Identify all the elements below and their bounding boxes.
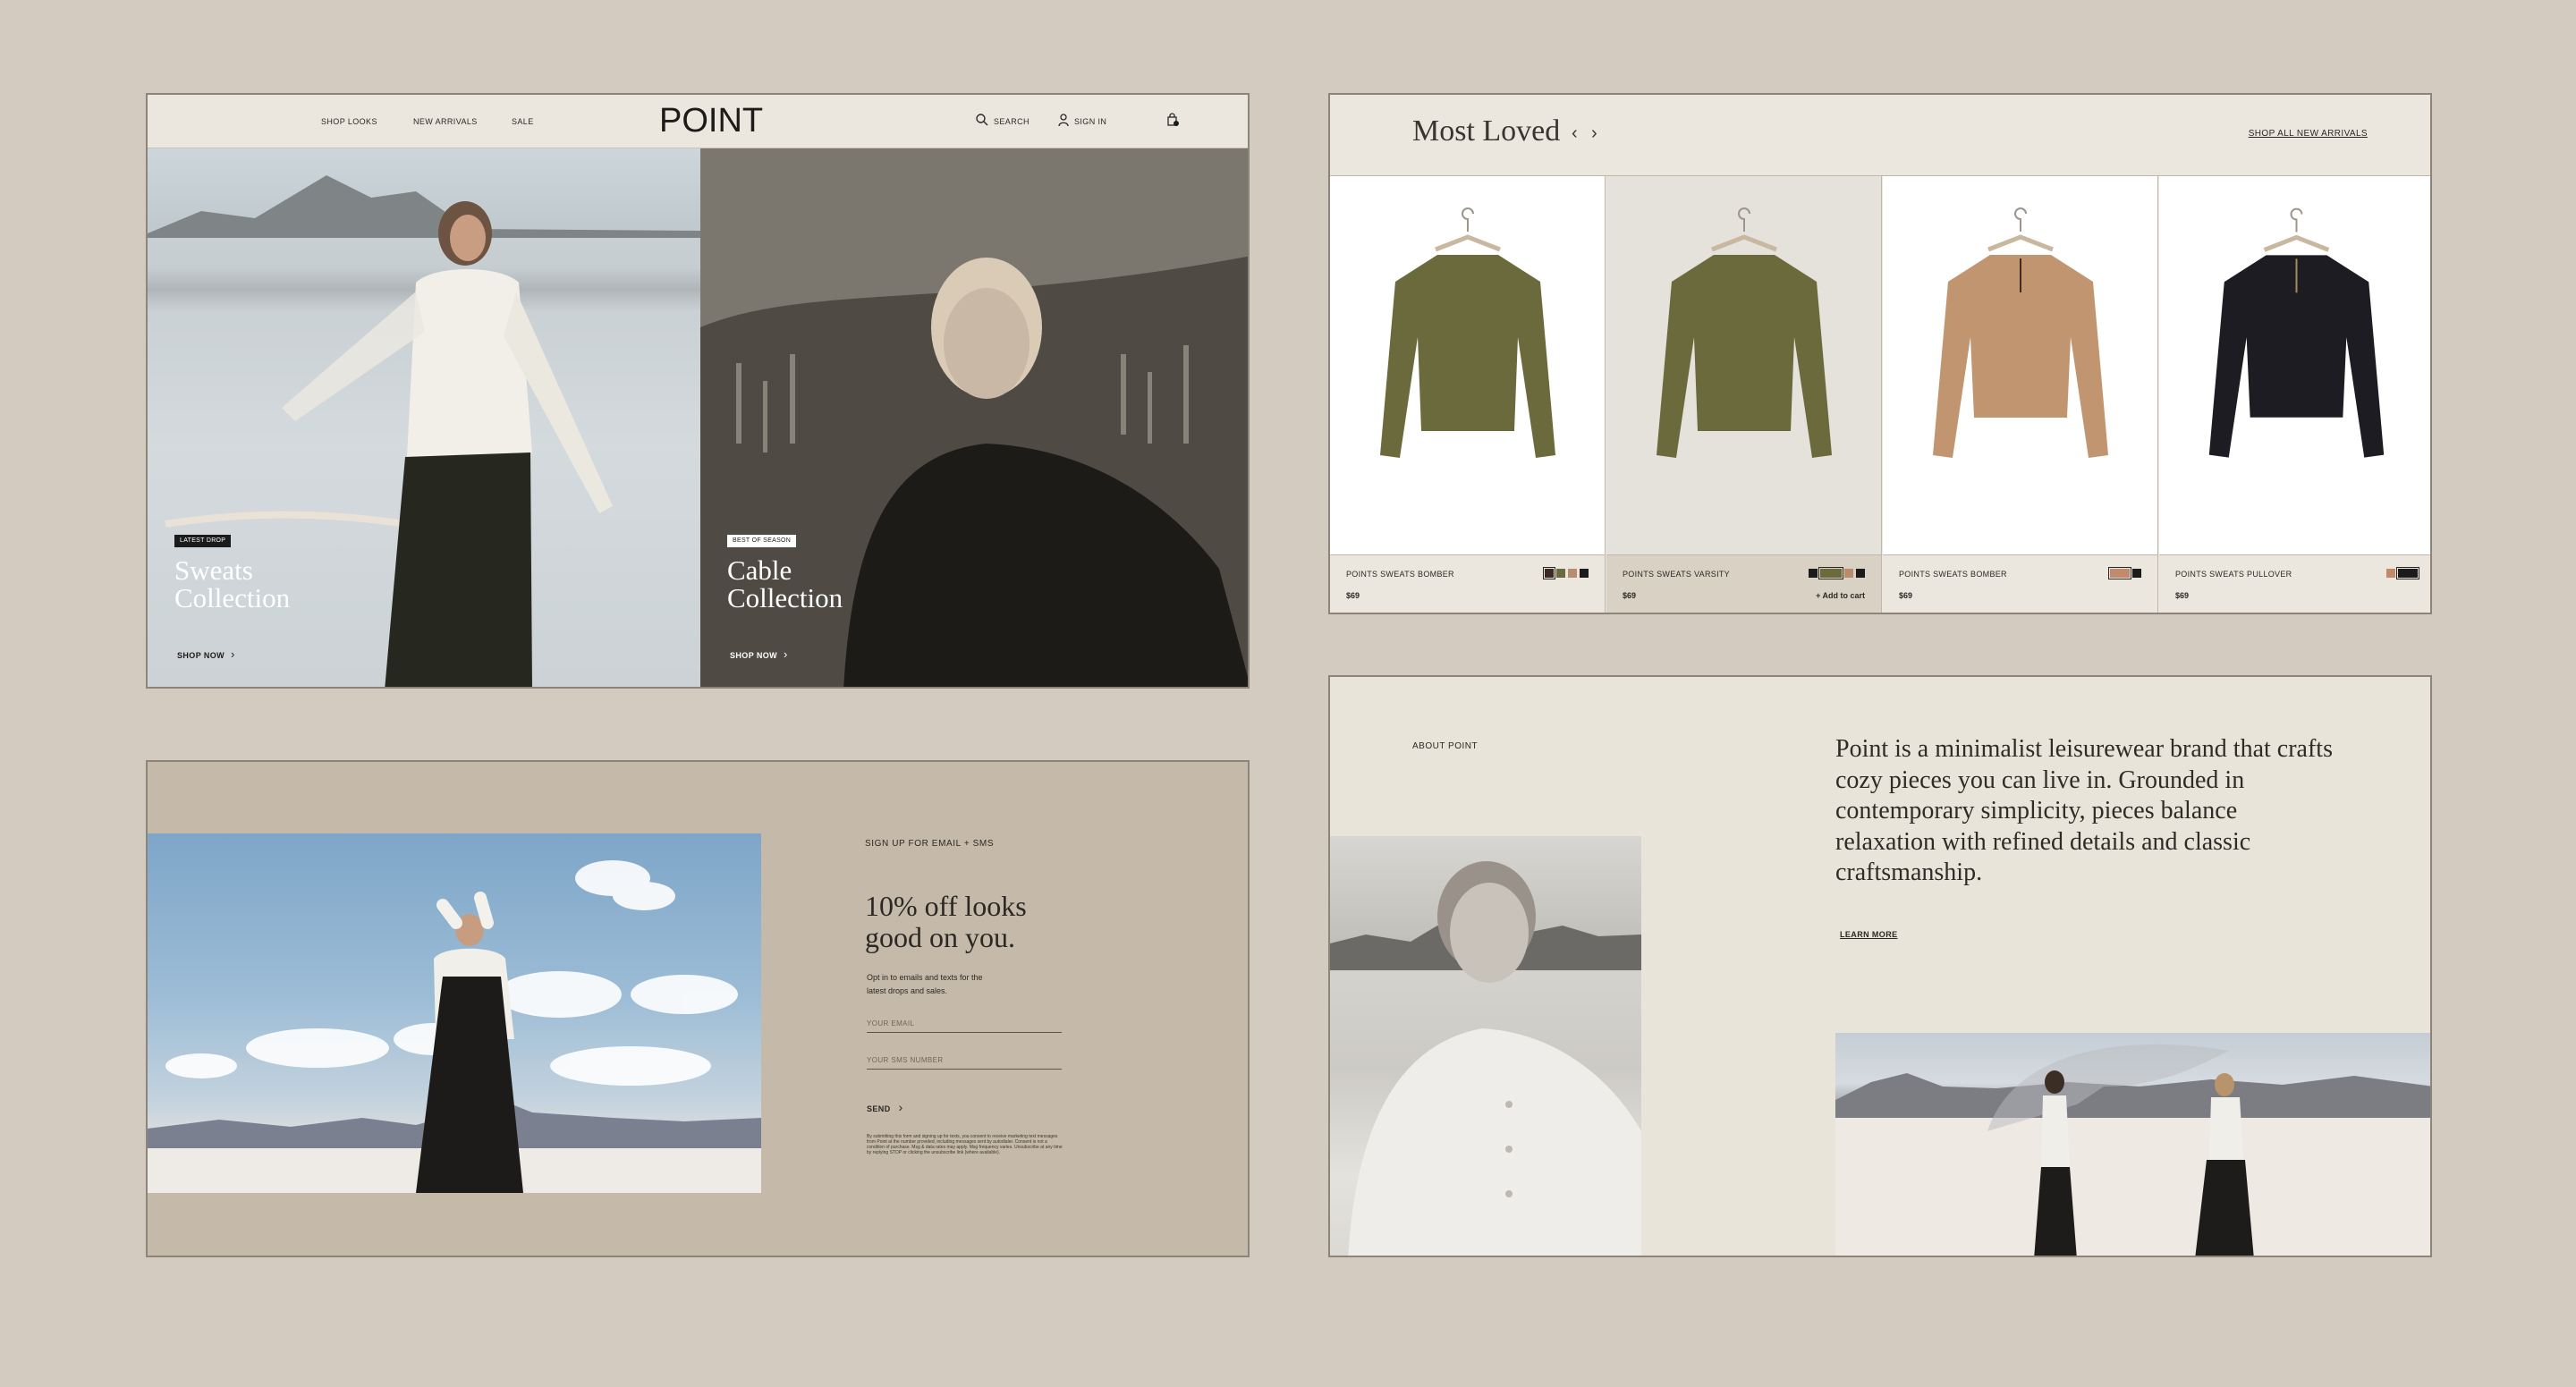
signup-section: SIGN UP FOR EMAIL + SMS 10% off looks go… bbox=[146, 760, 1250, 1257]
landscape-illustration bbox=[1835, 1044, 2430, 1256]
chevron-right-icon: › bbox=[898, 1100, 903, 1114]
swatch[interactable] bbox=[2108, 567, 2131, 579]
legal-disclaimer: By submitting this form and signing up f… bbox=[867, 1134, 1063, 1155]
nav-sale[interactable]: SALE bbox=[512, 117, 534, 126]
email-field[interactable] bbox=[867, 1014, 1062, 1033]
signin-label[interactable]: SIGN IN bbox=[1074, 117, 1106, 126]
chevron-right-icon: › bbox=[783, 647, 788, 661]
product-price: $69 bbox=[1899, 591, 1913, 600]
sweats-collection-title: Sweats Collection bbox=[174, 556, 290, 612]
product-price: $69 bbox=[1623, 591, 1637, 600]
product-price: $69 bbox=[2175, 591, 2190, 600]
product-info: POINTS SWEATS BOMBER $69 bbox=[1883, 554, 2157, 613]
sweats-collection-image[interactable]: LATEST DROP Sweats Collection SHOP NOW › bbox=[148, 148, 700, 687]
color-swatches bbox=[1543, 567, 1589, 579]
title-line-1: Cable bbox=[727, 554, 792, 586]
swatch[interactable] bbox=[2386, 569, 2395, 578]
product-card[interactable]: POINTS SWEATS VARSITY $69 + Add to cart bbox=[1606, 176, 1882, 613]
swatch[interactable] bbox=[1580, 569, 1589, 578]
swatch[interactable] bbox=[1543, 567, 1555, 579]
signup-eyebrow: SIGN UP FOR EMAIL + SMS bbox=[865, 839, 995, 849]
portrait-illustration bbox=[1330, 861, 1641, 1256]
sweater-illustration bbox=[1933, 207, 2108, 458]
swatch[interactable] bbox=[2132, 569, 2141, 578]
about-landscape-image bbox=[1835, 1033, 2430, 1256]
about-portrait-image bbox=[1330, 836, 1641, 1256]
product-image[interactable] bbox=[1330, 176, 1605, 554]
user-icon[interactable] bbox=[1056, 113, 1071, 127]
product-name[interactable]: POINTS SWEATS PULLOVER bbox=[2175, 570, 2292, 579]
sweater-illustration bbox=[1657, 207, 1832, 458]
swatch[interactable] bbox=[2396, 567, 2419, 579]
top-nav: SHOP LOOKS NEW ARRIVALS SALE POINT SEARC… bbox=[148, 95, 1248, 148]
cable-collection-title: Cable Collection bbox=[727, 556, 843, 612]
about-section: ABOUT POINT Point is a minimalist leisur… bbox=[1328, 675, 2432, 1257]
send-button[interactable]: SEND › bbox=[867, 1100, 903, 1114]
title-line-2: Collection bbox=[174, 582, 291, 613]
sweater-illustration bbox=[2208, 207, 2385, 458]
chevron-right-icon[interactable]: › bbox=[1591, 123, 1597, 144]
bag-icon[interactable] bbox=[1165, 113, 1180, 127]
title-line-1: 10% off looks bbox=[865, 890, 1027, 922]
sweater-illustration bbox=[1380, 207, 1555, 458]
learn-more-link[interactable]: LEARN MORE bbox=[1840, 930, 1898, 939]
product-card[interactable]: POINTS SWEATS PULLOVER $69 bbox=[2159, 176, 2430, 613]
chevron-right-icon: › bbox=[230, 647, 235, 661]
signup-description: Opt in to emails and texts for the lates… bbox=[867, 973, 983, 995]
shop-now-cable-button[interactable]: SHOP NOW › bbox=[730, 647, 788, 661]
product-image[interactable] bbox=[1606, 176, 1881, 554]
nav-new-arrivals[interactable]: NEW ARRIVALS bbox=[413, 117, 478, 126]
nav-shop-looks[interactable]: SHOP LOOKS bbox=[321, 117, 377, 126]
add-to-cart-button[interactable]: + Add to cart bbox=[1816, 591, 1865, 600]
shop-now-label: SHOP NOW bbox=[177, 651, 225, 660]
swatch[interactable] bbox=[1556, 569, 1565, 578]
sky-model-illustration bbox=[148, 860, 761, 1193]
title-line-2: good on you. bbox=[865, 921, 1015, 953]
most-loved-section: Most Loved ‹ › SHOP ALL NEW ARRIVALS POI… bbox=[1328, 93, 2432, 614]
title-line-1: Sweats bbox=[174, 554, 253, 586]
signup-title: 10% off looks good on you. bbox=[865, 891, 1097, 953]
send-label: SEND bbox=[867, 1104, 891, 1113]
color-swatches bbox=[2386, 567, 2419, 579]
swatch[interactable] bbox=[1568, 569, 1577, 578]
product-card[interactable]: POINTS SWEATS BOMBER $69 bbox=[1330, 176, 1606, 613]
most-loved-title: Most Loved bbox=[1412, 114, 1561, 148]
about-eyebrow: ABOUT POINT bbox=[1412, 741, 1479, 751]
product-name[interactable]: POINTS SWEATS BOMBER bbox=[1899, 570, 2007, 579]
search-label[interactable]: SEARCH bbox=[994, 117, 1030, 126]
search-icon[interactable] bbox=[975, 113, 989, 127]
signup-image bbox=[148, 833, 761, 1193]
product-image[interactable] bbox=[2159, 176, 2430, 554]
swatch[interactable] bbox=[1809, 569, 1818, 578]
product-info: POINTS SWEATS PULLOVER $69 bbox=[2159, 554, 2430, 613]
product-image[interactable] bbox=[1883, 176, 2157, 554]
latest-drop-badge: LATEST DROP bbox=[174, 535, 232, 547]
cable-collection-image[interactable]: BEST OF SEASON Cable Collection SHOP NOW… bbox=[700, 148, 1248, 687]
product-info: POINTS SWEATS BOMBER $69 bbox=[1330, 554, 1605, 613]
shop-all-new-arrivals-link[interactable]: SHOP ALL NEW ARRIVALS bbox=[2249, 129, 2368, 139]
swatch[interactable] bbox=[1844, 569, 1853, 578]
swatch[interactable] bbox=[1818, 567, 1843, 579]
product-price: $69 bbox=[1346, 591, 1360, 600]
brand-logo[interactable]: POINT bbox=[659, 102, 763, 140]
color-swatches bbox=[1809, 567, 1865, 579]
sms-number-field[interactable] bbox=[867, 1051, 1062, 1070]
shop-now-label: SHOP NOW bbox=[730, 651, 778, 660]
product-name[interactable]: POINTS SWEATS VARSITY bbox=[1623, 570, 1730, 579]
product-name[interactable]: POINTS SWEATS BOMBER bbox=[1346, 570, 1454, 579]
shop-now-sweats-button[interactable]: SHOP NOW › bbox=[177, 647, 235, 661]
product-card[interactable]: POINTS SWEATS BOMBER $69 bbox=[1883, 176, 2158, 613]
color-swatches bbox=[2108, 567, 2141, 579]
best-of-season-badge: BEST OF SEASON bbox=[727, 535, 797, 547]
chevron-left-icon[interactable]: ‹ bbox=[1572, 123, 1578, 144]
title-line-2: Collection bbox=[727, 582, 843, 613]
product-info: POINTS SWEATS VARSITY $69 + Add to cart bbox=[1606, 554, 1881, 613]
most-loved-header: Most Loved ‹ › SHOP ALL NEW ARRIVALS bbox=[1330, 95, 2430, 176]
swatch[interactable] bbox=[1856, 569, 1865, 578]
hero-section: SHOP LOOKS NEW ARRIVALS SALE POINT SEARC… bbox=[146, 93, 1250, 689]
about-description: Point is a minimalist leisurewear brand … bbox=[1835, 735, 2333, 886]
